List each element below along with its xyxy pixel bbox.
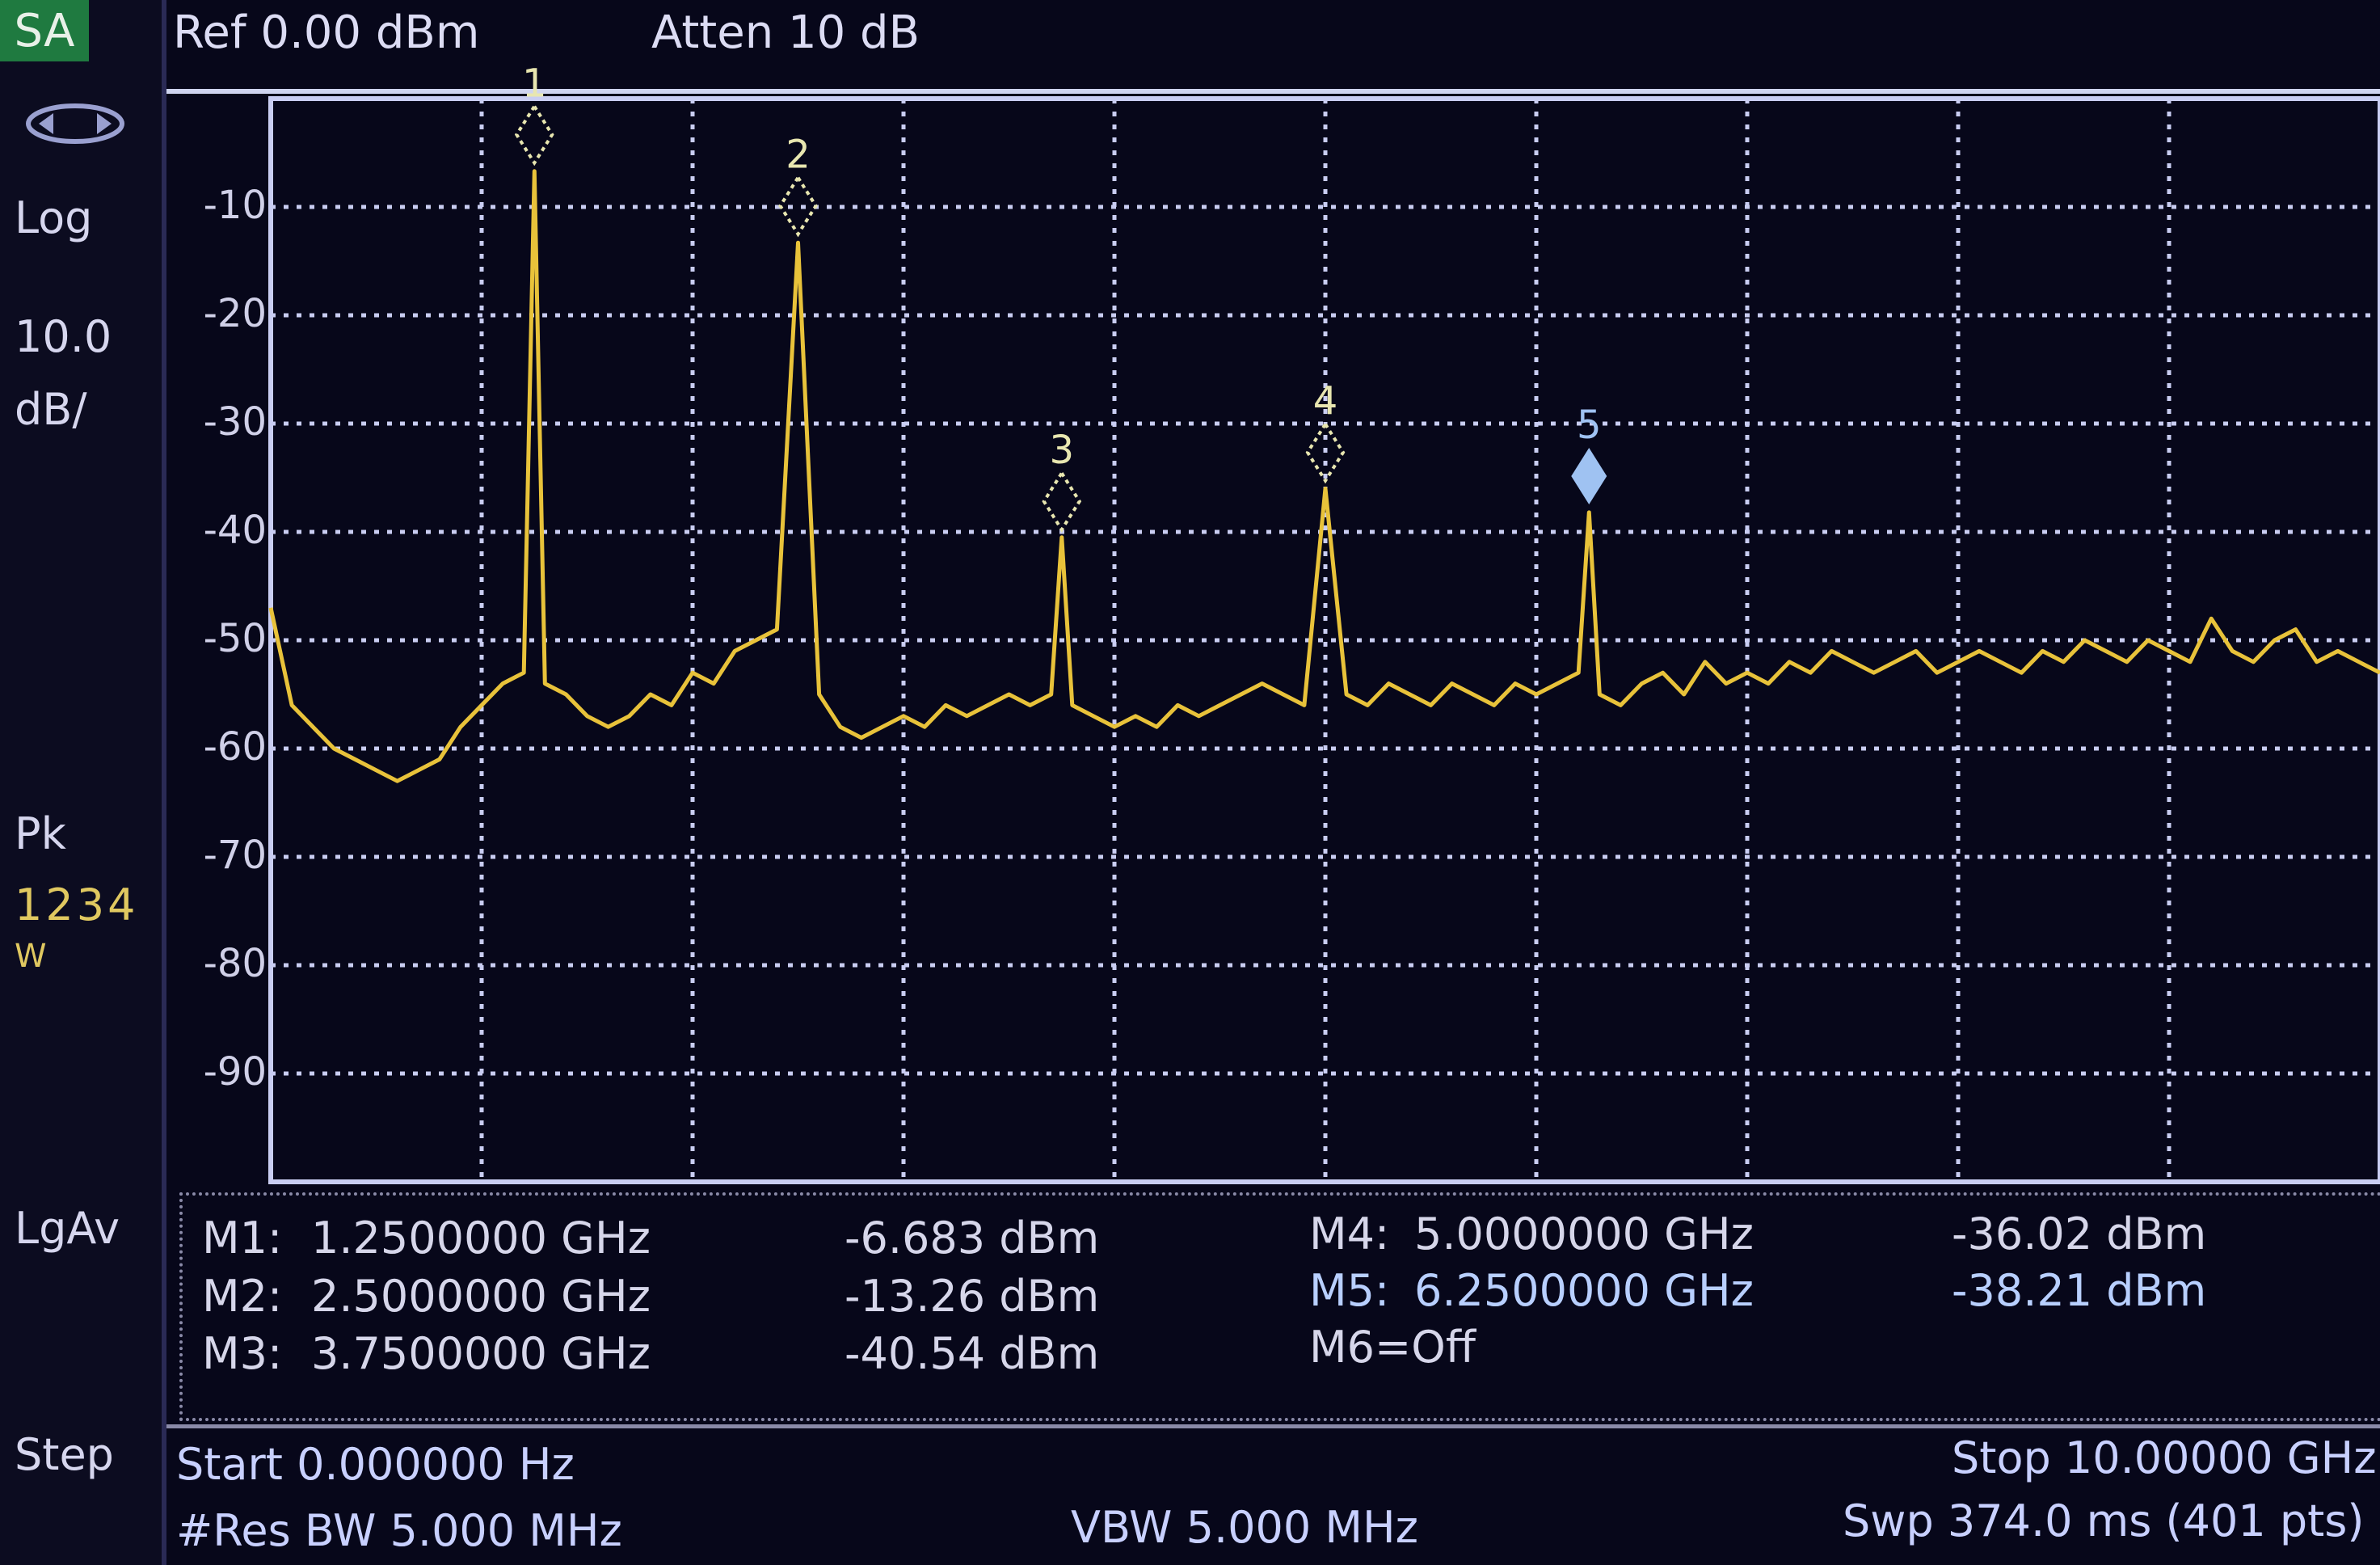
marker-5-amplitude: -38.21 dBm [1952,1265,2207,1316]
marker-3-name: M3: [202,1328,283,1379]
marker-1-frequency[interactable]: 1.2500000 GHz [311,1213,651,1263]
marker-label: 5 [1577,403,1602,448]
y-tick-label: -40 [203,508,267,553]
y-tick-label: -10 [203,183,267,228]
marker-label: 4 [1313,379,1338,424]
bottom-divider [166,1424,2380,1428]
marker-1: 1 [514,61,554,167]
marker-5: 5 [1571,403,1607,505]
marker-1-amplitude: -6.683 dBm [845,1213,1100,1263]
marker-4-frequency[interactable]: 5.0000000 GHz [1414,1209,1754,1259]
y-tick-label: -90 [203,1049,267,1095]
marker-4-amplitude: -36.02 dBm [1952,1209,2207,1259]
marker-1-name: M1: [202,1213,283,1263]
marker-5-name: M5: [1309,1265,1390,1316]
marker-diamond [514,103,554,167]
marker-3: 3 [1042,428,1082,533]
marker-4-name: M4: [1309,1209,1390,1259]
sweep-time[interactable]: Swp 374.0 ms (401 pts) [1843,1495,2365,1546]
start-frequency[interactable]: Start 0.000000 Hz [176,1439,575,1490]
graticule [268,96,2380,1184]
y-tick-label: -60 [203,724,267,770]
marker-2-name: M2: [202,1271,283,1322]
resolution-bandwidth[interactable]: #Res BW 5.000 MHz [176,1505,622,1556]
marker-diamond [1042,470,1082,533]
marker-label: 2 [786,133,811,178]
marker-label: 1 [522,61,547,107]
stop-frequency[interactable]: Stop 10.00000 GHz [1952,1432,2377,1483]
y-tick-label: -80 [203,941,267,986]
marker-3-amplitude: -40.54 dBm [845,1328,1100,1379]
marker-3-frequency[interactable]: 3.7500000 GHz [311,1328,651,1379]
y-tick-label: -70 [203,833,267,878]
y-tick-label: -50 [203,616,267,661]
marker-2: 2 [778,133,818,238]
marker-2-amplitude: -13.26 dBm [845,1271,1100,1322]
y-tick-label: -30 [203,399,267,445]
markers: 1 2 3 4 5 [514,61,1607,533]
marker-2-frequency[interactable]: 2.5000000 GHz [311,1271,651,1322]
video-bandwidth[interactable]: VBW 5.000 MHz [1071,1502,1418,1553]
marker-5-frequency[interactable]: 6.2500000 GHz [1414,1265,1754,1316]
marker-diamond [778,174,818,238]
marker-label: 3 [1049,428,1074,473]
y-tick-label: -20 [203,291,267,336]
marker-6-status[interactable]: M6=Off [1309,1322,1476,1373]
marker-diamond [1571,448,1607,505]
